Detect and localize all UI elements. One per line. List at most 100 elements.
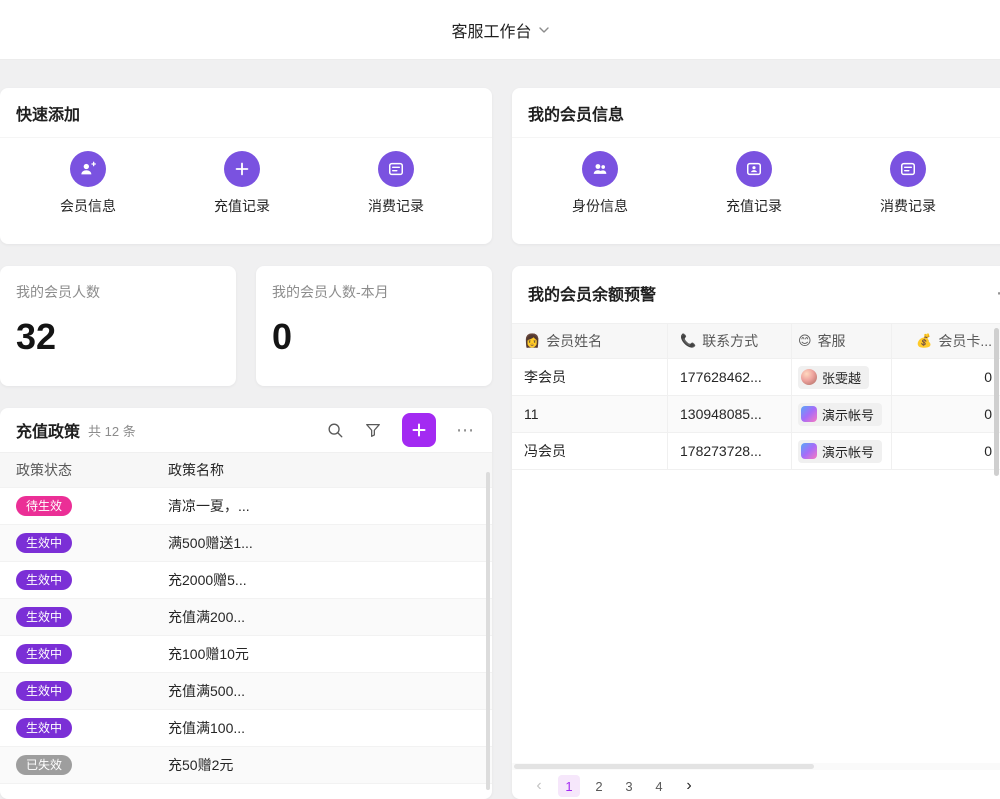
member-name-cell: 李会员 bbox=[512, 359, 668, 395]
member-agent-cell: 张雯越 bbox=[792, 359, 892, 395]
policy-row[interactable]: 生效中 充值满500... bbox=[0, 673, 492, 710]
member-add-icon bbox=[70, 151, 106, 187]
policy-row[interactable]: 生效中 充值满200... bbox=[0, 599, 492, 636]
horizontal-scrollbar-thumb[interactable] bbox=[514, 764, 814, 769]
policy-scrollbar[interactable] bbox=[486, 472, 490, 790]
quick-add-items: 会员信息 充值记录 消费记录 bbox=[0, 138, 492, 216]
vertical-scrollbar[interactable] bbox=[994, 328, 999, 476]
col-policy-status: 政策状态 bbox=[0, 460, 168, 480]
status-badge: 待生效 bbox=[16, 496, 72, 516]
policy-name: 充值满100... bbox=[168, 718, 492, 738]
agent-logo bbox=[801, 443, 817, 459]
member-contact-cell: 177628462... bbox=[668, 359, 792, 395]
quick-add-member-label: 会员信息 bbox=[60, 196, 116, 216]
policy-name: 充值满500... bbox=[168, 681, 492, 701]
stat-member-count-month-card: 我的会员人数-本月 0 bbox=[256, 266, 492, 386]
status-badge: 生效中 bbox=[16, 533, 72, 553]
pagination-prev[interactable]: ‹ bbox=[528, 775, 550, 797]
policy-name: 充值满200... bbox=[168, 607, 492, 627]
agent-name: 张雯越 bbox=[822, 368, 861, 387]
balance-alert-title: 我的会员余额预警 bbox=[528, 281, 656, 305]
status-badge: 生效中 bbox=[16, 681, 72, 701]
member-row[interactable]: 冯会员 178273728... 演示帐号 0 bbox=[512, 433, 1000, 470]
col-agent-label: 客服 bbox=[818, 331, 846, 351]
horizontal-scrollbar[interactable] bbox=[512, 763, 1000, 770]
member-info-title: 我的会员信息 bbox=[528, 101, 624, 125]
phone-icon: 📞 bbox=[680, 333, 696, 349]
policy-name: 充100赠10元 bbox=[168, 644, 492, 664]
policy-more-icon[interactable]: ⋯ bbox=[456, 421, 476, 439]
policy-row[interactable]: 生效中 充值满100... bbox=[0, 710, 492, 747]
status-badge: 生效中 bbox=[16, 718, 72, 738]
id-card-icon bbox=[736, 151, 772, 187]
quick-add-consume[interactable]: 消费记录 bbox=[346, 151, 446, 216]
person-icon: 👩 bbox=[524, 333, 540, 349]
policy-row[interactable]: 已失效 充50赠2元 bbox=[0, 747, 492, 784]
quick-add-member-info[interactable]: 会员信息 bbox=[38, 151, 138, 216]
agent-logo bbox=[801, 406, 817, 422]
member-row[interactable]: 李会员 177628462... 张雯越 0 bbox=[512, 359, 1000, 396]
col-member-name-label: 会员姓名 bbox=[546, 331, 602, 351]
plus-icon bbox=[224, 151, 260, 187]
search-icon[interactable] bbox=[326, 421, 344, 439]
list-card-icon bbox=[890, 151, 926, 187]
member-table-header: 👩 会员姓名 📞 联系方式 😊 客服 💰 会员卡... bbox=[512, 323, 1000, 359]
policy-row[interactable]: 生效中 充2000赠5... bbox=[0, 562, 492, 599]
col-balance: 💰 会员卡... bbox=[892, 324, 1000, 358]
quick-add-card: 快速添加 会员信息 充值记录 消费记录 bbox=[0, 88, 492, 244]
pagination-page-2[interactable]: 2 bbox=[588, 775, 610, 797]
stat-member-count-value: 32 bbox=[16, 316, 220, 358]
add-policy-button[interactable] bbox=[402, 413, 436, 447]
quick-add-header: 快速添加 bbox=[0, 88, 492, 138]
chevron-down-icon[interactable] bbox=[539, 21, 549, 39]
consume-records-item[interactable]: 消费记录 bbox=[858, 151, 958, 216]
member-balance-cell: 0 bbox=[892, 359, 1000, 395]
agent-pill: 演示帐号 bbox=[798, 440, 882, 463]
member-name-cell: 11 bbox=[512, 396, 668, 432]
pagination: ‹ 1 2 3 4 › bbox=[528, 775, 700, 797]
filter-icon[interactable] bbox=[364, 421, 382, 439]
member-name-cell: 冯会员 bbox=[512, 433, 668, 469]
policy-row[interactable]: 待生效 清凉一夏，... bbox=[0, 488, 492, 525]
pagination-page-1[interactable]: 1 bbox=[558, 775, 580, 797]
stat-member-count-card: 我的会员人数 32 bbox=[0, 266, 236, 386]
agent-pill: 演示帐号 bbox=[798, 403, 882, 426]
more-options-icon[interactable]: ⋯ bbox=[996, 284, 1000, 302]
consume-records-label: 消费记录 bbox=[880, 196, 936, 216]
member-info-items: 身份信息 充值记录 消费记录 bbox=[512, 138, 1000, 216]
status-badge: 生效中 bbox=[16, 607, 72, 627]
quick-add-recharge-label: 充值记录 bbox=[214, 196, 270, 216]
pagination-page-4[interactable]: 4 bbox=[648, 775, 670, 797]
recharge-policy-card: 充值政策 共 12 条 ⋯ 政策状态 政策名称 待生效 bbox=[0, 408, 492, 799]
recharge-records-item[interactable]: 充值记录 bbox=[704, 151, 804, 216]
member-info-header: 我的会员信息 bbox=[512, 88, 1000, 138]
member-row[interactable]: 11 130948085... 演示帐号 0 bbox=[512, 396, 1000, 433]
col-member-name: 👩 会员姓名 bbox=[512, 324, 668, 358]
policy-name: 满500赠送1... bbox=[168, 533, 492, 553]
policy-row[interactable]: 生效中 满500赠送1... bbox=[0, 525, 492, 562]
policy-table-header: 政策状态 政策名称 bbox=[0, 452, 492, 488]
policy-row[interactable]: 生效中 充100赠10元 bbox=[0, 636, 492, 673]
agent-name: 演示帐号 bbox=[822, 442, 874, 461]
identity-info-item[interactable]: 身份信息 bbox=[550, 151, 650, 216]
policy-toolbar: ⋯ bbox=[326, 413, 476, 447]
status-badge: 生效中 bbox=[16, 644, 72, 664]
money-bag-icon: 💰 bbox=[916, 333, 932, 349]
col-agent: 😊 客服 bbox=[792, 324, 892, 358]
pagination-page-3[interactable]: 3 bbox=[618, 775, 640, 797]
recharge-records-label: 充值记录 bbox=[726, 196, 782, 216]
policy-table: 政策状态 政策名称 待生效 清凉一夏，... 生效中 满500赠送1... 生效… bbox=[0, 452, 492, 784]
smiley-icon: 😊 bbox=[798, 333, 812, 349]
workspace-switcher[interactable]: 客服工作台 bbox=[451, 18, 531, 42]
member-balance-cell: 0 bbox=[892, 396, 1000, 432]
quick-add-consume-label: 消费记录 bbox=[368, 196, 424, 216]
identity-icon bbox=[582, 151, 618, 187]
policy-header: 充值政策 共 12 条 ⋯ bbox=[0, 408, 492, 452]
col-policy-name: 政策名称 bbox=[168, 460, 492, 480]
member-table: 👩 会员姓名 📞 联系方式 😊 客服 💰 会员卡... 李会员 1 bbox=[512, 323, 1000, 470]
balance-alert-header: 我的会员余额预警 ⋯ bbox=[512, 266, 1000, 320]
agent-avatar bbox=[801, 369, 817, 385]
pagination-next[interactable]: › bbox=[678, 775, 700, 797]
col-contact-label: 联系方式 bbox=[702, 331, 758, 351]
quick-add-recharge[interactable]: 充值记录 bbox=[192, 151, 292, 216]
